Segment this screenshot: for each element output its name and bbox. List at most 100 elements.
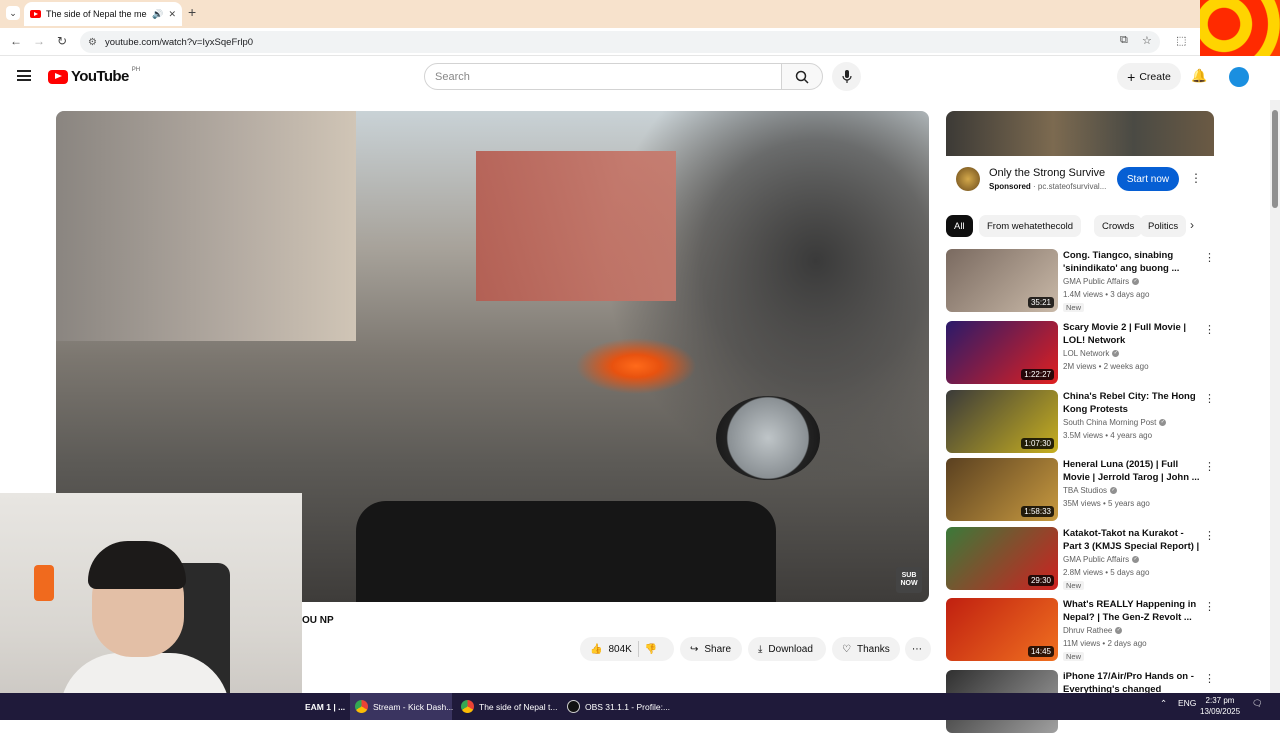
- clock-time: 2:37 pm: [1205, 696, 1235, 705]
- youtube-play-icon: [48, 69, 68, 84]
- channel-name[interactable]: GMA Public Affairs ✓: [1063, 555, 1140, 564]
- new-tab-icon[interactable]: +: [188, 4, 196, 20]
- ad-banner-image[interactable]: [946, 111, 1214, 156]
- recommended-video[interactable]: 29:30 Katakot-Takot na Kurakot - Part 3 (…: [946, 527, 1216, 591]
- download-button[interactable]: ⤓ Download: [748, 637, 826, 661]
- subscribe-watermark[interactable]: SUB NOW: [896, 567, 922, 593]
- upload-age: 2 days ago: [1107, 639, 1147, 648]
- reload-icon[interactable]: ↻: [57, 34, 67, 48]
- search-button[interactable]: [781, 63, 823, 90]
- video-more-icon[interactable]: ⋮: [1204, 251, 1215, 264]
- video-thumbnail[interactable]: 1:22:27: [946, 321, 1058, 384]
- chip-politics[interactable]: Politics: [1140, 215, 1187, 237]
- video-title[interactable]: China's Rebel City: The Hong Kong Protes…: [1063, 391, 1203, 416]
- taskbar-item-youtube[interactable]: The side of Nepal t...: [456, 693, 558, 720]
- chips-next-chevron-icon[interactable]: ›: [1190, 218, 1194, 232]
- recommended-video[interactable]: 1:58:33 Heneral Luna (2015) | Full Movie …: [946, 458, 1216, 522]
- notifications-center-icon[interactable]: 🗨: [1252, 698, 1263, 709]
- channel-name[interactable]: South China Morning Post ✓: [1063, 418, 1167, 427]
- close-tab-icon[interactable]: ✕: [168, 9, 176, 20]
- upload-age: 5 days ago: [1110, 568, 1150, 577]
- verified-check-icon: ✓: [1112, 350, 1120, 358]
- language-indicator[interactable]: ENG: [1178, 698, 1196, 708]
- video-thumbnail[interactable]: 1:58:33: [946, 458, 1058, 521]
- youtube-favicon-icon: [30, 10, 41, 18]
- ad-sponsor-line: Sponsored · pc.stateofsurvival...: [989, 182, 1107, 191]
- search-input[interactable]: Search: [424, 63, 782, 90]
- channel-name[interactable]: LOL Network ✓: [1063, 349, 1120, 358]
- install-app-icon[interactable]: ⧉: [1120, 34, 1128, 47]
- tray-chevron-up-icon[interactable]: ⌃: [1160, 698, 1167, 709]
- bookmark-star-icon[interactable]: ☆: [1142, 34, 1152, 47]
- video-title[interactable]: Scary Movie 2 | Full Movie | LOL! Networ…: [1063, 322, 1203, 347]
- create-button[interactable]: + Create: [1117, 63, 1181, 90]
- video-thumbnail[interactable]: 1:07:30: [946, 390, 1058, 453]
- recommended-video[interactable]: 1:22:27 Scary Movie 2 | Full Movie | LOL!…: [946, 321, 1216, 385]
- chip-from-channel[interactable]: From wehatethecold: [979, 215, 1082, 237]
- verified-check-icon: ✓: [1159, 419, 1167, 427]
- view-count: 1.4M views: [1063, 290, 1104, 299]
- ad-start-now-button[interactable]: Start now: [1117, 167, 1179, 191]
- menu-icon[interactable]: [17, 70, 31, 81]
- site-info-icon[interactable]: ⚙: [88, 37, 97, 48]
- recommended-video[interactable]: 14:45 What's REALLY Happening in Nepal? |…: [946, 598, 1216, 662]
- browser-tab[interactable]: The side of Nepal the medi 🔊 ✕: [24, 2, 182, 26]
- video-more-icon[interactable]: ⋮: [1204, 529, 1215, 542]
- share-button[interactable]: ↪ Share: [680, 637, 742, 661]
- channel-name[interactable]: TBA Studios ✓: [1063, 486, 1118, 495]
- youtube-logo[interactable]: YouTube PH: [48, 67, 140, 85]
- recommended-video[interactable]: 1:07:30 China's Rebel City: The Hong Kong…: [946, 390, 1216, 454]
- recommended-video[interactable]: 35:21 Cong. Tiangco, sinabing 'sinindikat…: [946, 249, 1216, 313]
- channel-name-text: TBA Studios: [1063, 486, 1108, 495]
- video-title[interactable]: Cong. Tiangco, sinabing 'sinindikato' an…: [1063, 250, 1203, 275]
- new-badge: New: [1063, 652, 1085, 661]
- video-thumbnail[interactable]: 14:45: [946, 598, 1058, 661]
- video-title[interactable]: Heneral Luna (2015) | Full Movie | Jerro…: [1063, 459, 1203, 484]
- back-icon[interactable]: ←: [10, 34, 22, 48]
- sponsored-ad-card[interactable]: Only the Strong Survive Sponsored · pc.s…: [946, 111, 1214, 205]
- scrollbar-thumb[interactable]: [1272, 110, 1278, 208]
- audio-icon[interactable]: 🔊: [152, 9, 163, 20]
- channel-name[interactable]: Dhruv Rathee ✓: [1063, 626, 1123, 635]
- video-more-icon[interactable]: ⋮: [1204, 323, 1215, 336]
- video-frame-building-right: [476, 151, 676, 301]
- windows-taskbar: EAM 1 | ... Stream - Kick Dash... The si…: [0, 693, 1280, 720]
- tab-title: The side of Nepal the medi: [46, 9, 148, 19]
- account-avatar[interactable]: [1229, 67, 1249, 87]
- video-title[interactable]: Katakot-Takot na Kurakot - Part 3 (KMJS …: [1063, 528, 1203, 553]
- taskbar-item-obs[interactable]: OBS 31.1.1 - Profile:...: [562, 693, 670, 720]
- thanks-button[interactable]: ♡ Thanks: [832, 637, 900, 661]
- video-more-icon[interactable]: ⋮: [1204, 460, 1215, 473]
- like-divider: [637, 641, 639, 657]
- tab-list-chevron-icon[interactable]: ⌄: [6, 6, 20, 20]
- voice-search-button[interactable]: [832, 62, 861, 91]
- ad-more-icon[interactable]: ⋮: [1190, 172, 1202, 184]
- video-thumbnail[interactable]: 29:30: [946, 527, 1058, 590]
- chip-crowds[interactable]: Crowds: [1094, 215, 1143, 237]
- page-scrollbar[interactable]: [1270, 100, 1280, 693]
- url-field[interactable]: ⚙ youtube.com/watch?v=IyxSqeFrlp0: [80, 31, 1160, 53]
- like-dislike-group: 👍 804K 👎: [580, 637, 674, 661]
- more-actions-button[interactable]: ⋯: [905, 637, 931, 661]
- webcam-person-hair: [88, 541, 186, 589]
- system-clock[interactable]: 2:37 pm 13/09/2025: [1200, 695, 1240, 717]
- extensions-icon[interactable]: ⬚: [1176, 34, 1186, 47]
- video-thumbnail[interactable]: 35:21: [946, 249, 1058, 312]
- taskbar-item-kick[interactable]: Stream - Kick Dash...: [350, 693, 453, 720]
- video-more-icon[interactable]: ⋮: [1204, 672, 1215, 685]
- taskbar-item-team[interactable]: EAM 1 | ...: [300, 693, 346, 720]
- chip-all[interactable]: All: [946, 215, 973, 237]
- channel-name[interactable]: GMA Public Affairs ✓: [1063, 277, 1140, 286]
- video-title[interactable]: What's REALLY Happening in Nepal? | The …: [1063, 599, 1203, 624]
- notifications-bell-icon[interactable]: 🔔: [1191, 68, 1207, 84]
- like-count[interactable]: 804K: [608, 644, 631, 655]
- video-duration: 29:30: [1027, 575, 1054, 586]
- forward-icon[interactable]: →: [33, 34, 45, 48]
- video-more-icon[interactable]: ⋮: [1204, 392, 1215, 405]
- like-icon[interactable]: 👍: [590, 644, 602, 655]
- ad-title[interactable]: Only the Strong Survive: [989, 167, 1105, 179]
- video-frame-building-left: [56, 111, 356, 341]
- video-more-icon[interactable]: ⋮: [1204, 600, 1215, 613]
- dislike-icon[interactable]: 👎: [645, 644, 657, 655]
- video-duration: 1:07:30: [1021, 438, 1054, 449]
